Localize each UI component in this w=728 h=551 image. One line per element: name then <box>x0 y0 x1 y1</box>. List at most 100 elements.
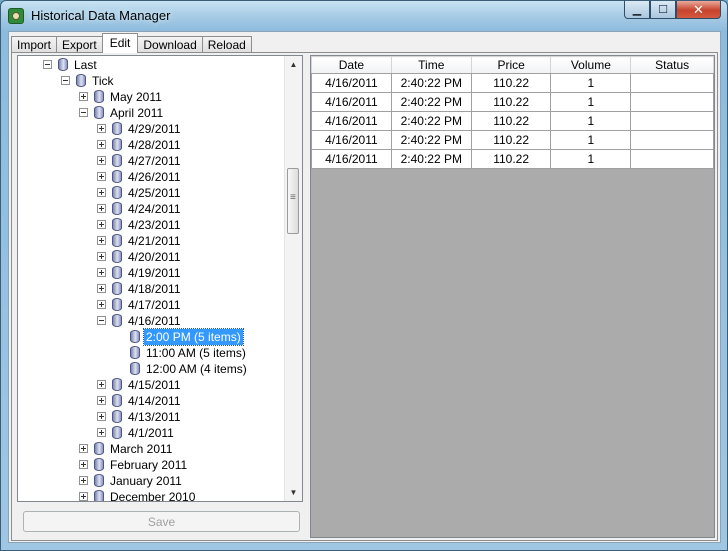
cell-date[interactable]: 4/16/2011 <box>311 149 392 169</box>
table-row[interactable]: 4/16/2011 2:40:22 PM 110.22 1 <box>311 111 714 131</box>
expand-plus-icon[interactable] <box>97 252 106 261</box>
cell-volume[interactable]: 1 <box>550 73 632 93</box>
scroll-thumb[interactable] <box>287 168 299 234</box>
tree-node[interactable]: 4/28/2011 <box>18 137 287 153</box>
cell-price[interactable]: 110.22 <box>470 92 552 112</box>
scroll-up-arrow-icon[interactable]: ▲ <box>285 56 302 73</box>
expand-plus-icon[interactable] <box>97 428 106 437</box>
cell-status[interactable] <box>630 111 714 131</box>
tree-node[interactable]: 4/16/2011 <box>18 313 287 329</box>
tab-reload[interactable]: Reload <box>201 36 252 53</box>
expand-plus-icon[interactable] <box>97 380 106 389</box>
cell-volume[interactable]: 1 <box>550 111 632 131</box>
table-row[interactable]: 4/16/2011 2:40:22 PM 110.22 1 <box>311 130 714 150</box>
expand-plus-icon[interactable] <box>97 412 106 421</box>
tree-node[interactable]: 4/29/2011 <box>18 121 287 137</box>
tab-import[interactable]: Import <box>11 36 58 53</box>
title-bar[interactable]: Historical Data Manager ▁ ☐ ✕ <box>1 1 727 31</box>
tab-download[interactable]: Download <box>137 36 203 53</box>
tree-node[interactable]: May 2011 <box>18 89 287 105</box>
data-grid[interactable]: Date Time Price Volume Status 4/16/2011 … <box>310 55 715 538</box>
tab-export[interactable]: Export <box>56 36 103 53</box>
tree-node[interactable]: Tick <box>18 73 287 89</box>
cell-price[interactable]: 110.22 <box>470 149 552 169</box>
expand-plus-icon[interactable] <box>97 188 106 197</box>
tree-node[interactable]: 4/14/2011 <box>18 393 287 409</box>
expand-plus-icon[interactable] <box>79 492 88 501</box>
cell-time[interactable]: 2:40:22 PM <box>390 149 472 169</box>
table-row[interactable]: 4/16/2011 2:40:22 PM 110.22 1 <box>311 73 714 93</box>
cell-date[interactable]: 4/16/2011 <box>311 92 392 112</box>
tree-node[interactable]: 11:00 AM (5 items) <box>18 345 287 361</box>
cell-date[interactable]: 4/16/2011 <box>311 111 392 131</box>
data-tree[interactable]: Last Tick May 2011 April 2011 4/29/2011 4/28/… <box>17 55 303 502</box>
expand-plus-icon[interactable] <box>97 140 106 149</box>
expand-plus-icon[interactable] <box>97 204 106 213</box>
expand-plus-icon[interactable] <box>97 300 106 309</box>
cell-date[interactable]: 4/16/2011 <box>311 73 392 93</box>
expand-plus-icon[interactable] <box>97 236 106 245</box>
tree-node[interactable]: March 2011 <box>18 441 287 457</box>
cell-price[interactable]: 110.22 <box>470 73 552 93</box>
expand-plus-icon[interactable] <box>97 124 106 133</box>
tree-node[interactable]: 4/20/2011 <box>18 249 287 265</box>
save-button[interactable]: Save <box>23 511 300 532</box>
tree-node[interactable]: 4/17/2011 <box>18 297 287 313</box>
tree-node[interactable]: 4/27/2011 <box>18 153 287 169</box>
tree-node[interactable]: February 2011 <box>18 457 287 473</box>
table-row[interactable]: 4/16/2011 2:40:22 PM 110.22 1 <box>311 92 714 112</box>
expand-plus-icon[interactable] <box>97 396 106 405</box>
cell-status[interactable] <box>630 149 714 169</box>
tree-scrollbar[interactable]: ▲ ▼ <box>284 56 302 501</box>
table-row[interactable]: 4/16/2011 2:40:22 PM 110.22 1 <box>311 149 714 169</box>
tree-node[interactable]: 4/21/2011 <box>18 233 287 249</box>
minimize-button[interactable]: ▁ <box>624 1 650 19</box>
tree-node[interactable]: 4/23/2011 <box>18 217 287 233</box>
cell-price[interactable]: 110.22 <box>470 111 552 131</box>
tree-node[interactable]: 4/19/2011 <box>18 265 287 281</box>
cell-status[interactable] <box>630 130 714 150</box>
tree-node[interactable]: 4/26/2011 <box>18 169 287 185</box>
expand-plus-icon[interactable] <box>79 444 88 453</box>
column-header-time[interactable]: Time <box>390 56 472 74</box>
cell-time[interactable]: 2:40:22 PM <box>390 73 472 93</box>
tree-node[interactable]: 12:00 AM (4 items) <box>18 361 287 377</box>
expand-plus-icon[interactable] <box>97 156 106 165</box>
collapse-minus-icon[interactable] <box>79 108 88 117</box>
collapse-minus-icon[interactable] <box>97 316 106 325</box>
maximize-button[interactable]: ☐ <box>650 1 676 19</box>
expand-plus-icon[interactable] <box>97 172 106 181</box>
tree-node[interactable]: January 2011 <box>18 473 287 489</box>
scroll-down-arrow-icon[interactable]: ▼ <box>285 484 302 501</box>
collapse-minus-icon[interactable] <box>43 60 52 69</box>
tree-node[interactable]: 2:00 PM (5 items) <box>18 328 287 346</box>
cell-time[interactable]: 2:40:22 PM <box>390 92 472 112</box>
tree-node[interactable]: December 2010 <box>18 489 287 501</box>
tree-node[interactable]: 4/15/2011 <box>18 377 287 393</box>
collapse-minus-icon[interactable] <box>61 76 70 85</box>
cell-status[interactable] <box>630 92 714 112</box>
cell-time[interactable]: 2:40:22 PM <box>390 130 472 150</box>
cell-volume[interactable]: 1 <box>550 149 632 169</box>
tree-node[interactable]: 4/13/2011 <box>18 409 287 425</box>
tree-node[interactable]: 4/1/2011 <box>18 425 287 441</box>
tree-node[interactable]: Last <box>18 57 287 73</box>
expand-plus-icon[interactable] <box>97 284 106 293</box>
expand-plus-icon[interactable] <box>97 268 106 277</box>
cell-price[interactable]: 110.22 <box>470 130 552 150</box>
tree-node[interactable]: 4/18/2011 <box>18 281 287 297</box>
expand-plus-icon[interactable] <box>97 220 106 229</box>
expand-plus-icon[interactable] <box>79 476 88 485</box>
expand-plus-icon[interactable] <box>79 460 88 469</box>
expand-plus-icon[interactable] <box>79 92 88 101</box>
tab-edit[interactable]: Edit <box>101 33 139 53</box>
tree-node[interactable]: April 2011 <box>18 105 287 121</box>
cell-status[interactable] <box>630 73 714 93</box>
column-header-status[interactable]: Status <box>630 56 714 74</box>
column-header-date[interactable]: Date <box>311 56 392 74</box>
column-header-price[interactable]: Price <box>470 56 552 74</box>
close-button[interactable]: ✕ <box>676 1 721 19</box>
cell-volume[interactable]: 1 <box>550 92 632 112</box>
column-header-volume[interactable]: Volume <box>550 56 632 74</box>
cell-volume[interactable]: 1 <box>550 130 632 150</box>
